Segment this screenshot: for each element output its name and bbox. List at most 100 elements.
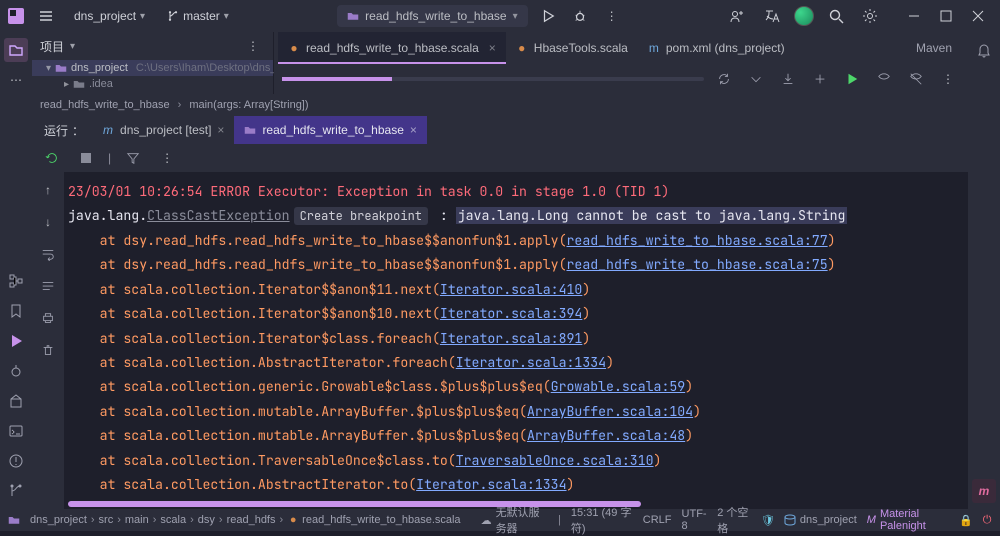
breadcrumb-file[interactable]: read_hdfs_write_to_hbase [40, 99, 170, 111]
stacktrace-link[interactable]: Iterator.scala:410 [440, 281, 582, 298]
run-config-selector[interactable]: read_hdfs_write_to_hbase ▾ [337, 5, 527, 27]
add-icon[interactable] [808, 67, 832, 91]
notifications-icon[interactable] [972, 38, 996, 62]
stacktrace-link[interactable]: ArrayBuffer.scala:48 [527, 427, 685, 444]
print-icon[interactable] [36, 306, 60, 330]
branch-name: master [183, 9, 220, 23]
close-tab-icon[interactable]: × [410, 123, 417, 137]
editor-tab[interactable]: mpom.xml (dns_project) [638, 32, 795, 64]
panel-more-icon[interactable]: ⋮ [241, 34, 265, 58]
lock-icon[interactable]: 🔒 [960, 514, 972, 526]
minimize-button[interactable] [900, 4, 928, 28]
stacktrace-link[interactable]: Iterator.scala:1334 [456, 354, 606, 371]
build-icon[interactable] [4, 389, 28, 413]
stacktrace-link[interactable]: read_hdfs_write_to_hbase.scala:77 [567, 232, 828, 249]
close-tab-icon[interactable]: × [217, 123, 224, 137]
user-avatar[interactable] [794, 6, 814, 26]
progress-bar [282, 77, 704, 81]
maven-panel-label[interactable]: Maven [900, 32, 968, 64]
chevron-right-icon: ▸ [64, 79, 69, 90]
ide-logo [8, 8, 24, 24]
stacktrace-link[interactable]: Iterator.scala:891 [440, 330, 582, 347]
reload-icon[interactable] [712, 67, 736, 91]
project-root-node[interactable]: ▾ dns_project C:\Users\Iham\Desktop\dns_… [32, 60, 273, 76]
breadcrumb-method[interactable]: main(args: Array[String]) [189, 99, 308, 111]
horizontal-scrollbar[interactable] [68, 501, 964, 507]
stacktrace-link[interactable]: read_hdfs_write_to_hbase.scala:75 [567, 256, 828, 273]
breadcrumb-segment[interactable]: main [125, 514, 149, 526]
run-tab[interactable]: mdns_project [test]× [92, 116, 234, 144]
filter-icon[interactable] [121, 146, 145, 170]
breadcrumb-segment[interactable]: src [99, 514, 114, 526]
settings-icon[interactable] [858, 4, 882, 28]
toggle-icon[interactable] [872, 67, 896, 91]
editor-tab[interactable]: ● read_hdfs_write_to_hbase.scala × [278, 32, 506, 64]
editor-tab[interactable]: ●HbaseTools.scala [506, 32, 638, 64]
chevron-down-icon: ▾ [224, 11, 229, 22]
execute-icon[interactable] [840, 67, 864, 91]
line-separator[interactable]: CRLF [643, 514, 672, 526]
run-tool-icon[interactable] [4, 329, 28, 353]
structure-icon[interactable] [4, 269, 28, 293]
more-icon[interactable]: ⋮ [155, 146, 179, 170]
run-icon[interactable] [536, 4, 560, 28]
stacktrace-link[interactable]: Iterator.scala:1334 [416, 476, 566, 493]
offline-icon[interactable] [904, 67, 928, 91]
stacktrace-link[interactable]: ArrayBuffer.scala:104 [527, 403, 693, 420]
create-breakpoint-button[interactable]: Create breakpoint [294, 207, 428, 225]
maven-tool-icon[interactable]: m [972, 479, 996, 503]
maximize-button[interactable] [932, 4, 960, 28]
close-tab-icon[interactable]: × [489, 41, 496, 55]
run-tab[interactable]: read_hdfs_write_to_hbase× [234, 116, 426, 144]
tab-label: read_hdfs_write_to_hbase.scala [306, 41, 479, 55]
breadcrumb-segment[interactable]: dns_project [30, 514, 87, 526]
bookmarks-icon[interactable] [4, 299, 28, 323]
stacktrace-link[interactable]: Iterator.scala:394 [440, 305, 582, 322]
expand-icon[interactable] [744, 67, 768, 91]
project-selector[interactable]: dns_project ▾ [68, 7, 151, 25]
folder-icon [347, 10, 359, 22]
breadcrumb-segment[interactable]: read_hdfs_write_to_hbase.scala [302, 514, 460, 526]
status-project[interactable]: dns_project [784, 514, 857, 526]
project-tool-icon[interactable] [4, 38, 28, 62]
code-with-me-icon[interactable] [726, 4, 750, 28]
breadcrumb-segment[interactable]: dsy [198, 514, 215, 526]
console-output[interactable]: 23/03/01 10:26:54 ERROR Executor: Except… [64, 172, 968, 509]
stop-icon[interactable] [74, 146, 98, 170]
scala-icon: ● [287, 514, 299, 526]
clear-icon[interactable] [36, 338, 60, 362]
soft-wrap-icon[interactable] [36, 242, 60, 266]
search-icon[interactable] [824, 4, 848, 28]
breadcrumb-segment[interactable]: scala [160, 514, 186, 526]
vcs-icon[interactable] [4, 479, 28, 503]
scroll-up-icon[interactable]: ↑ [36, 178, 60, 202]
run-panel-label: 运行： [36, 116, 92, 144]
file-encoding[interactable]: UTF-8 [682, 508, 708, 532]
more-icon[interactable]: ⋮ [600, 4, 624, 28]
scroll-down-icon[interactable]: ↓ [36, 210, 60, 234]
inspection-icon[interactable]: 🛡 [762, 514, 774, 526]
terminal-icon[interactable] [4, 419, 28, 443]
file-icon: ● [288, 42, 300, 54]
rerun-icon[interactable] [40, 146, 64, 170]
theme-indicator[interactable]: M Material Palenight [867, 508, 950, 532]
main-menu-icon[interactable] [34, 4, 58, 28]
stacktrace-link[interactable]: Growable.scala:59 [551, 378, 686, 395]
power-icon[interactable]: ⏻ [982, 514, 992, 526]
more-tools-icon[interactable]: ⋯ [4, 68, 28, 92]
close-button[interactable] [964, 4, 992, 28]
download-icon[interactable] [776, 67, 800, 91]
project-name: dns_project [74, 9, 136, 23]
debug-tool-icon[interactable] [4, 359, 28, 383]
left-tool-strip: ⋯ [0, 32, 32, 509]
more-icon[interactable]: ⋮ [936, 67, 960, 91]
stacktrace-link[interactable]: TraversableOnce.scala:310 [456, 452, 654, 469]
vcs-branch[interactable]: master ▾ [161, 7, 235, 25]
translate-icon[interactable] [760, 4, 784, 28]
scroll-to-end-icon[interactable] [36, 274, 60, 298]
status-breadcrumb[interactable]: dns_project›src›main›scala›dsy›read_hdfs… [30, 514, 461, 526]
project-child-node[interactable]: ▸ .idea [32, 76, 273, 92]
debug-icon[interactable] [568, 4, 592, 28]
breadcrumb-segment[interactable]: read_hdfs [227, 514, 276, 526]
problems-icon[interactable] [4, 449, 28, 473]
